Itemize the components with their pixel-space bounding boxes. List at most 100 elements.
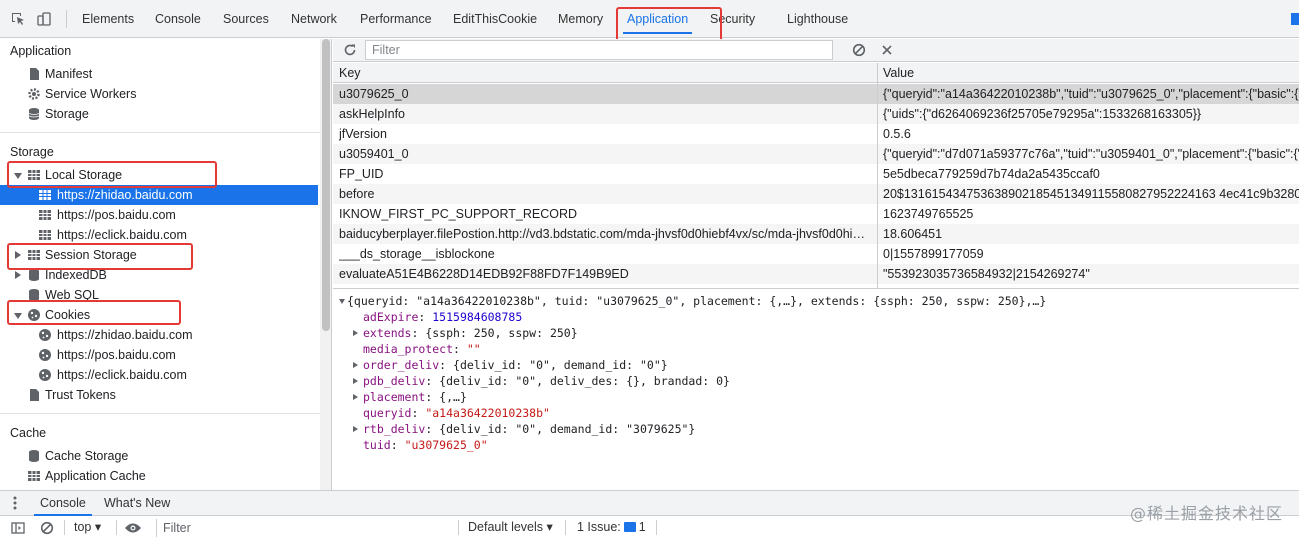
sidebar-item-label: IndexedDB <box>45 268 107 282</box>
table-row[interactable]: baiducyberplayer.filePostion.http://vd3.… <box>333 224 1299 244</box>
row-key: u3059401_0 <box>339 147 409 161</box>
sidebar-item-cookies-eclick[interactable]: https://eclick.baidu.com <box>0 365 318 385</box>
tab-application[interactable]: Application <box>622 0 693 38</box>
cookie-icon <box>39 329 51 341</box>
sidebar-item-cookies-zhidao[interactable]: https://zhidao.baidu.com <box>0 325 318 345</box>
tab-security[interactable]: Security <box>710 0 755 38</box>
eye-icon[interactable] <box>124 521 142 535</box>
expand-arrow-icon[interactable] <box>353 394 358 400</box>
table-row[interactable]: jfVersion 0.5.6 <box>333 124 1299 144</box>
table-row[interactable]: u3059401_0 {"queryid":"d7d071a59377c76a",… <box>333 144 1299 164</box>
context-selector[interactable]: top ▾ <box>74 517 101 538</box>
console-filter-input[interactable] <box>156 519 452 537</box>
sidebar-toggle-icon[interactable] <box>11 521 25 535</box>
drawer-tab-whats-new[interactable]: What's New <box>104 491 170 516</box>
delete-selected-icon[interactable] <box>880 43 894 57</box>
expand-arrow-icon[interactable] <box>353 426 358 432</box>
row-value: {"queryid":"d7d071a59377c76a","tuid":"u3… <box>883 147 1299 161</box>
preview-field-key: tuid <box>363 438 391 452</box>
value-column-header[interactable]: Value <box>883 63 914 83</box>
table-row[interactable]: FP_UID 5e5dbeca779259d7b74da2a5435ccaf0 <box>333 164 1299 184</box>
tab-memory[interactable]: Memory <box>558 0 603 38</box>
preview-field-value: "a14a36422010238b" <box>425 406 550 420</box>
expand-arrow-icon[interactable] <box>14 313 22 319</box>
sidebar-item-trust-tokens[interactable]: Trust Tokens <box>0 385 318 405</box>
tab-console[interactable]: Console <box>155 0 201 38</box>
tab-lighthouse[interactable]: Lighthouse <box>787 0 848 38</box>
preview-field-key: queryid <box>363 406 412 420</box>
cookie-icon <box>39 349 51 361</box>
expand-arrow-icon[interactable] <box>14 173 22 179</box>
preview-field-row[interactable]: order_deliv: {deliv_id: "0", demand_id: … <box>353 357 668 373</box>
issues-counter[interactable]: 1 Issue: 1 <box>577 517 646 538</box>
table-row[interactable]: ___ds_storage__isblockone 0|1557899177059 <box>333 244 1299 264</box>
preview-colon: : <box>418 310 433 324</box>
device-toolbar-icon[interactable] <box>36 11 52 27</box>
table-row[interactable]: evaluateA51E4B6228D14EDB92F88FD7F149B9ED… <box>333 264 1299 284</box>
sidebar-item-service-workers[interactable]: Service Workers <box>0 84 318 104</box>
sidebar-item-cache-storage[interactable]: Cache Storage <box>0 446 318 466</box>
preview-field-row[interactable]: placement: {,…} <box>353 389 467 405</box>
sidebar-item-cookies-pos[interactable]: https://pos.baidu.com <box>0 345 318 365</box>
table-row[interactable]: askHelpInfo {"uids":{"d6264069236f25705e7… <box>333 104 1299 124</box>
preview-field-row[interactable]: rtb_deliv: {deliv_id: "0", demand_id: "3… <box>353 421 695 437</box>
section-divider <box>0 413 320 414</box>
expand-arrow-icon[interactable] <box>15 271 21 279</box>
preview-field-value: {ssph: 250, sspw: 250} <box>425 326 578 340</box>
preview-summary-row[interactable]: {queryid: "a14a36422010238b", tuid: "u30… <box>339 293 1046 309</box>
preview-field-key: placement <box>363 390 426 404</box>
key-column-header[interactable]: Key <box>339 63 361 83</box>
tab-sources[interactable]: Sources <box>223 0 269 38</box>
preview-colon: : <box>390 438 405 452</box>
issues-flag-icon[interactable] <box>1291 13 1299 25</box>
filter-input[interactable] <box>365 40 833 60</box>
tab-network[interactable]: Network <box>291 0 337 38</box>
table-row[interactable]: IKNOW_FIRST_PC_SUPPORT_RECORD 16237497655… <box>333 204 1299 224</box>
sidebar-scrollbar[interactable] <box>320 39 331 490</box>
inspect-element-icon[interactable] <box>10 11 26 27</box>
collapse-arrow-icon[interactable] <box>339 299 345 304</box>
preview-field-row[interactable]: pdb_deliv: {deliv_id: "0", deliv_des: {}… <box>353 373 730 389</box>
sidebar-item-indexeddb[interactable]: IndexedDB <box>0 265 318 285</box>
console-toolbar: top ▾ Default levels ▾ 1 Issue: 1 <box>0 517 1299 538</box>
tab-performance[interactable]: Performance <box>360 0 432 38</box>
scrollbar-thumb[interactable] <box>322 39 330 331</box>
tab-editthiscookie[interactable]: EditThisCookie <box>453 0 537 38</box>
expand-arrow-icon[interactable] <box>353 362 358 368</box>
preview-colon: : <box>439 358 454 372</box>
row-key: before <box>339 187 375 201</box>
column-divider[interactable] <box>877 63 878 288</box>
more-menu-icon[interactable] <box>13 496 17 510</box>
sidebar-item-local-storage-pos[interactable]: https://pos.baidu.com <box>0 205 318 225</box>
sidebar-item-cookies[interactable]: Cookies <box>0 305 318 325</box>
sidebar-item-label: Session Storage <box>45 248 137 262</box>
sidebar-item-manifest[interactable]: Manifest <box>0 64 318 84</box>
watermark: @稀土掘金技术社区 <box>1129 504 1283 523</box>
expand-arrow-icon[interactable] <box>353 330 358 336</box>
sidebar-item-local-storage[interactable]: Local Storage <box>0 165 318 185</box>
expand-arrow-icon[interactable] <box>353 378 358 384</box>
table-row[interactable]: u3079625_0 {"queryid":"a14a36422010238b",… <box>333 84 1299 104</box>
row-key: jfVersion <box>339 127 387 141</box>
table-row[interactable]: before 20$1316154347536389021854513491155… <box>333 184 1299 204</box>
drawer-tab-console[interactable]: Console <box>34 491 92 516</box>
sidebar-item-application-cache[interactable]: Application Cache <box>0 466 318 486</box>
preview-field-key: extends <box>363 326 412 340</box>
sidebar-item-websql[interactable]: Web SQL <box>0 285 318 305</box>
expand-arrow-icon[interactable] <box>15 251 21 259</box>
sidebar-item-storage[interactable]: Storage <box>0 104 318 124</box>
sidebar-item-session-storage[interactable]: Session Storage <box>0 245 318 265</box>
preview-colon: : <box>425 390 440 404</box>
preview-field-value: {,…} <box>439 390 467 404</box>
log-levels-dropdown[interactable]: Default levels ▾ <box>468 517 553 538</box>
tab-elements[interactable]: Elements <box>82 0 134 38</box>
clear-console-icon[interactable] <box>40 521 54 535</box>
refresh-icon[interactable] <box>343 43 357 57</box>
issues-label: 1 Issue: <box>577 520 621 534</box>
clear-all-icon[interactable] <box>852 43 866 57</box>
sidebar-item-label: Local Storage <box>45 168 123 182</box>
sidebar-item-local-storage-eclick[interactable]: https://eclick.baidu.com <box>0 225 318 245</box>
drawer-tab-bar: Console What's New <box>0 490 1299 516</box>
sidebar-item-local-storage-zhidao[interactable]: https://zhidao.baidu.com <box>0 185 318 205</box>
preview-field-row[interactable]: extends: {ssph: 250, sspw: 250} <box>353 325 578 341</box>
